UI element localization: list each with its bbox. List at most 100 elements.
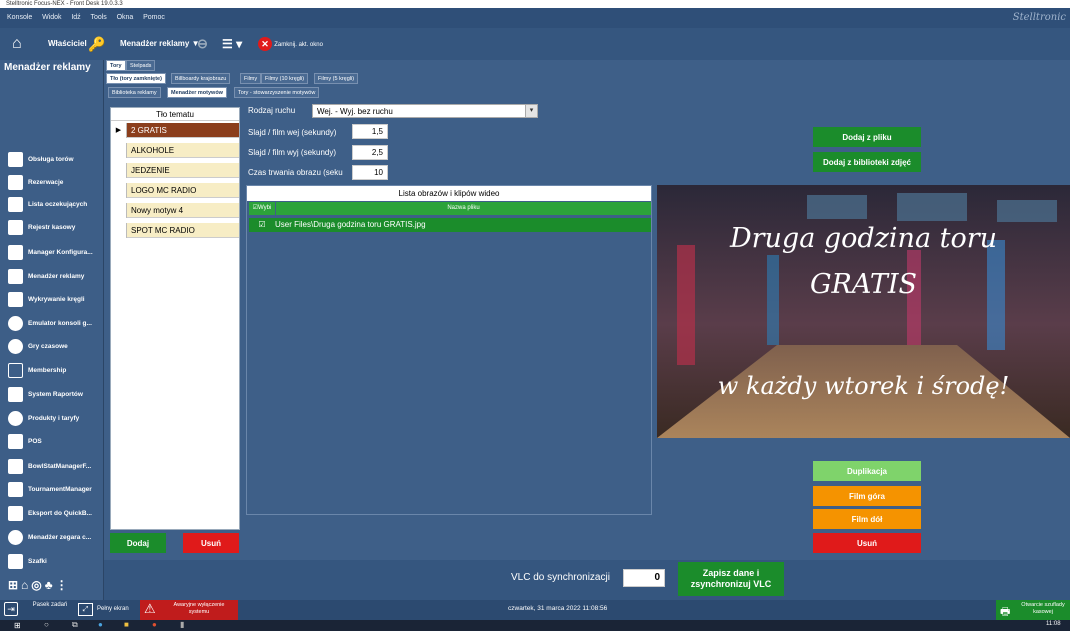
theme-item[interactable]: JEDZENIE (111, 163, 239, 178)
fullscreen-icon: ⤢ (78, 603, 93, 616)
theme-item[interactable]: ALKOHOLE (111, 143, 239, 158)
add-from-library-button[interactable]: Dodaj z biblioteki zdjęć (813, 152, 921, 172)
tab-landscape-billboards[interactable]: Billboardy krajobrazu (171, 73, 231, 84)
tab-films-10-pins[interactable]: Filmy (10 kręgli) (261, 73, 309, 84)
menu-tools[interactable]: Tools (90, 8, 106, 28)
locker-icon (8, 554, 23, 569)
tab-lanes-theme-association[interactable]: Tory - stowarzyszenie motywów (234, 87, 320, 98)
sidebar-item-reservations[interactable]: Rezerwacje (0, 171, 103, 194)
filename-column-header[interactable]: Nazwa pliku (276, 202, 651, 215)
sidebar-item-config-manager[interactable]: Manager Konfigura... (0, 241, 103, 264)
sidebar-item-bowlstat[interactable]: BowlStatManagerF... (0, 455, 103, 478)
theme-item[interactable]: LOGO MC RADIO (111, 183, 239, 198)
emergency-shutdown-button[interactable]: ⚠ Awaryjne wyłączenie systemu (140, 600, 238, 620)
sidebar-item-ad-manager[interactable]: Menadżer reklamy (0, 265, 103, 288)
edge-icon[interactable]: ● (98, 620, 103, 629)
menu-idz[interactable]: Idź (71, 8, 80, 28)
lanes-icon (8, 152, 23, 167)
save-sync-button[interactable]: Zapisz dane i zsynchronizuj VLC (678, 562, 784, 596)
fullscreen-button[interactable]: Pełny ekran (97, 606, 129, 612)
home-icon[interactable]: ⌂ (12, 28, 22, 60)
theme-item[interactable]: ▶ 2 GRATIS (111, 123, 239, 138)
tab-stelpads[interactable]: Stelpads (126, 60, 156, 71)
sidebar-item-pin-detection[interactable]: Wykrywanie kręgli (0, 288, 103, 311)
image-preview: Druga godzina toru GRATIS w każdy wtorek… (657, 185, 1070, 438)
ad-icon (8, 269, 23, 284)
sidebar-item-pos[interactable]: POS (0, 430, 103, 453)
taskbar-button[interactable]: Pasek zadań (30, 602, 70, 609)
windows-taskbar: ⊞ ○ ⧉ ● ■ ● ▮ 11:08 (0, 620, 1070, 631)
move-up-button[interactable]: Film góra (813, 486, 921, 506)
sidebar-item-clock-manager[interactable]: Menadżer zegara c... (0, 526, 103, 549)
theme-item-label: 2 GRATIS (127, 123, 239, 138)
chrome-icon[interactable]: ● (152, 620, 157, 629)
vlc-sync-label: VLC do synchronizacji (511, 572, 610, 583)
open-cash-drawer-button[interactable]: 🖶 Otwarcie szuflady kasowej (996, 600, 1070, 620)
sidebar-item-tournament[interactable]: TournamentManager (0, 478, 103, 501)
menu-okna[interactable]: Okna (117, 8, 134, 28)
vlc-sync-input[interactable]: 0 (623, 569, 665, 587)
search-icon[interactable]: ○ (44, 620, 49, 629)
sidebar-item-cash-register[interactable]: Rejestr kasowy (0, 216, 103, 239)
sidebar-item-console-emulator[interactable]: Emulator konsoli g... (0, 312, 103, 335)
sidebar-item-products[interactable]: Produkty i taryfy (0, 407, 103, 430)
image-video-list: Lista obrazów i klipów wideo ☑Wybi Nazwa… (246, 185, 652, 515)
folder-icon[interactable]: ■ (124, 620, 129, 629)
theme-list-header: Tło tematu (111, 108, 239, 121)
sidebar-item-reports[interactable]: System Raportów (0, 383, 103, 406)
menu-widok[interactable]: Widok (42, 8, 61, 28)
owner-button[interactable]: Właściciel (48, 28, 87, 60)
theme-item[interactable]: SPOT MC RADIO (111, 223, 239, 238)
slide-in-input[interactable]: 1,5 (352, 124, 388, 139)
brand-logo: Stelltronic (1012, 12, 1066, 23)
row-filename: User Files\Druga godzina toru GRATIS.jpg (275, 220, 426, 229)
sidebar-quick-icons[interactable]: ⊞⌂◎♣⋮ (0, 573, 103, 596)
sidebar-item-lane-service[interactable]: Obsługa torów (0, 148, 103, 171)
motion-type-select[interactable]: Wej. - Wyj. bez ruchu ▾ (312, 104, 538, 118)
add-from-file-button[interactable]: Dodaj z pliku (813, 127, 921, 147)
move-down-button[interactable]: Film dół (813, 509, 921, 529)
close-window-button[interactable]: ✕ Zamknij. akt. okno (258, 28, 323, 60)
toolbar: ⌂ Właściciel 🔑 Menadżer reklamy ▼ ⊖ ☰ ▾ … (0, 28, 1070, 60)
image-duration-input[interactable]: 10 (352, 165, 388, 180)
windows-start-icon[interactable]: ⊞ (14, 621, 21, 630)
sidebar-item-waiting-list[interactable]: Lista oczekujących (0, 193, 103, 216)
row-checkbox[interactable]: ☑ (249, 218, 275, 232)
ad-manager-dropdown[interactable]: Menadżer reklamy ▼ (120, 28, 200, 60)
tab-films[interactable]: Filmy (240, 73, 262, 84)
select-column-header[interactable]: ☑Wybi (249, 202, 275, 215)
sidebar-item-lockers[interactable]: Szafki (0, 550, 103, 573)
theme-item-label: SPOT MC RADIO (127, 223, 239, 238)
theme-item-label: Nowy motyw 4 (127, 203, 239, 218)
status-bar: ⇥ Pasek zadań ⤢ Pełny ekran ⚠ Awaryjne w… (0, 600, 1070, 620)
list-menu-icon[interactable]: ☰ ▾ (222, 28, 242, 60)
theme-list: Tło tematu ▶ 2 GRATIS ALKOHOLE JEDZENIE L… (110, 107, 240, 530)
app-icon[interactable]: ▮ (180, 620, 184, 629)
chevron-down-icon: ▾ (525, 105, 537, 117)
tab-theme-manager[interactable]: Menadżer motywów (167, 87, 227, 98)
sidebar-item-membership[interactable]: Membership (0, 359, 103, 382)
window-titlebar: Stelltronic Focus-NEX - Front Desk 19.0.… (0, 0, 1070, 8)
tab-lanes[interactable]: Tory (106, 60, 126, 71)
menu-pomoc[interactable]: Pomoc (143, 8, 165, 28)
tab-background-closed[interactable]: Tło (tory zamknięte) (106, 73, 166, 84)
slide-out-input[interactable]: 2,5 (352, 145, 388, 160)
stats-icon (8, 459, 23, 474)
preview-line-3: w każdy wtorek i środę! (717, 372, 1010, 400)
sidebar-item-timed-games[interactable]: Gry czasowe (0, 335, 103, 358)
image-duration-label: Czas trwania obrazu (seku (248, 168, 343, 177)
tab-films-5-pins[interactable]: Filmy (5 kręgli) (314, 73, 359, 84)
close-window-label: Zamknij. akt. okno (274, 42, 323, 48)
ad-manager-label: Menadżer reklamy (120, 39, 190, 48)
tab-ad-library[interactable]: Biblioteka reklamy (108, 87, 161, 98)
duplicate-button[interactable]: Duplikacja (813, 461, 921, 481)
theme-item[interactable]: Nowy motyw 4 (111, 203, 239, 218)
remove-theme-button[interactable]: Usuń (183, 533, 239, 553)
add-theme-button[interactable]: Dodaj (110, 533, 166, 553)
remove-image-button[interactable]: Usuń (813, 533, 921, 553)
sidebar-item-quickbooks-export[interactable]: Eksport do QuickB... (0, 502, 103, 525)
task-view-icon[interactable]: ⧉ (72, 620, 78, 630)
back-icon[interactable]: ⊖ (197, 28, 208, 60)
menu-konsole[interactable]: Konsole (7, 8, 32, 28)
table-row[interactable]: ☑ User Files\Druga godzina toru GRATIS.jp… (249, 218, 651, 232)
